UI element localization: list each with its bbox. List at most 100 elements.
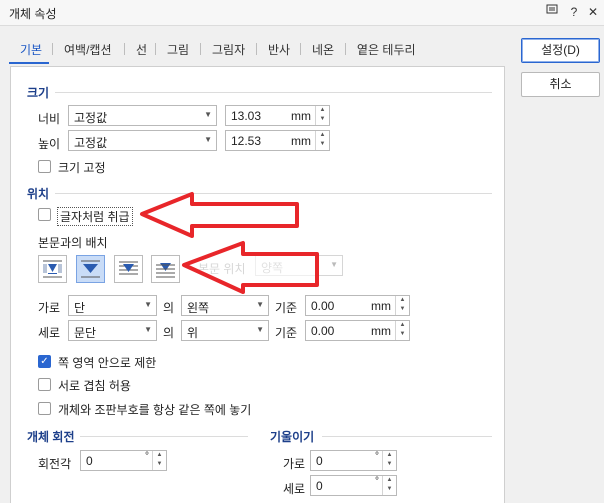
spin-up-icon[interactable]: ▲ (316, 106, 329, 115)
vertical-align-select[interactable]: 위 ▼ (181, 320, 269, 341)
horizontal-label: 가로 (38, 301, 61, 315)
vertical-align-value: 위 (187, 326, 199, 340)
comment-icon[interactable] (543, 3, 561, 21)
chevron-down-icon: ▼ (144, 300, 152, 309)
spin-up-icon[interactable]: ▲ (396, 296, 409, 305)
width-mode-select[interactable]: 고정값 ▼ (68, 105, 217, 126)
skew-vertical-spinner[interactable]: 0 ° ▲ ▼ (310, 475, 397, 496)
tab-soft-edge[interactable]: 옅은 테두리 (357, 41, 416, 58)
tab-divider (256, 43, 257, 55)
chevron-down-icon: ▼ (330, 260, 338, 269)
tab-reflection[interactable]: 반사 (268, 41, 290, 58)
spin-down-icon[interactable]: ▼ (383, 485, 396, 494)
spin-buttons[interactable]: ▲ ▼ (382, 476, 396, 495)
spin-down-icon[interactable]: ▼ (396, 330, 409, 339)
height-mode-value: 고정값 (74, 136, 108, 150)
spin-down-icon[interactable]: ▼ (396, 305, 409, 314)
spin-up-icon[interactable]: ▲ (153, 451, 166, 460)
section-divider (55, 92, 492, 93)
spin-buttons[interactable]: ▲ ▼ (315, 131, 329, 150)
vertical-label: 세로 (38, 326, 61, 340)
cancel-button[interactable]: 취소 (521, 72, 600, 97)
skew-section-title: 기울이기 (270, 430, 315, 444)
ok-button[interactable]: 설정(D) (521, 38, 600, 63)
section-divider (55, 193, 492, 194)
spin-down-icon[interactable]: ▼ (316, 115, 329, 124)
tab-divider (300, 43, 301, 55)
spin-down-icon[interactable]: ▼ (316, 140, 329, 149)
tab-picture[interactable]: 그림 (167, 41, 189, 58)
object-properties-dialog: 개체 속성 ? ✕ 기본 여백/캡션 선 그림 그림자 반사 네온 옅은 테두리… (0, 0, 604, 503)
skew-horizontal-unit: ° (375, 451, 379, 462)
width-value: 13.03 (231, 109, 262, 123)
horizontal-align-select[interactable]: 왼쪽 ▼ (181, 295, 269, 316)
spin-buttons[interactable]: ▲ ▼ (395, 296, 409, 315)
spin-buttons[interactable]: ▲ ▼ (315, 106, 329, 125)
section-divider (80, 436, 248, 437)
spin-up-icon[interactable]: ▲ (396, 321, 409, 330)
vertical-base-label: 기준 (275, 326, 298, 340)
same-page-checkbox[interactable] (38, 402, 51, 415)
horizontal-ref-value: 단 (74, 301, 86, 315)
tab-divider (200, 43, 201, 55)
vertical-offset-value: 0.00 (311, 324, 335, 338)
spin-buttons[interactable]: ▲ ▼ (382, 451, 396, 470)
height-label: 높이 (38, 137, 61, 151)
vertical-offset-unit: mm (371, 324, 391, 338)
spin-down-icon[interactable]: ▼ (383, 460, 396, 469)
horizontal-offset-spinner[interactable]: 0.00 mm ▲ ▼ (305, 295, 410, 316)
fix-size-checkbox[interactable] (38, 160, 51, 173)
vertical-offset-spinner[interactable]: 0.00 mm ▲ ▼ (305, 320, 410, 341)
rotation-section-title: 개체 회전 (27, 430, 75, 444)
tab-neon[interactable]: 네온 (312, 41, 334, 58)
tab-margin-caption[interactable]: 여백/캡션 (64, 41, 112, 58)
tab-basic[interactable]: 기본 (20, 41, 42, 58)
width-spinner[interactable]: 13.03 mm ▲ ▼ (225, 105, 330, 126)
same-page-label: 개체와 조판부호를 항상 같은 쪽에 놓기 (58, 403, 252, 417)
title-bar: 개체 속성 ? ✕ (0, 0, 604, 26)
horizontal-ref-select[interactable]: 단 ▼ (68, 295, 157, 316)
spin-up-icon[interactable]: ▲ (316, 131, 329, 140)
skew-horizontal-spinner[interactable]: 0 ° ▲ ▼ (310, 450, 397, 471)
text-position-select[interactable]: 양쪽 ▼ (255, 255, 343, 276)
skew-horizontal-value: 0 (316, 454, 323, 468)
close-icon[interactable]: ✕ (584, 3, 602, 21)
spin-up-icon[interactable]: ▲ (383, 451, 396, 460)
width-mode-value: 고정값 (74, 111, 108, 125)
vertical-ref-select[interactable]: 문단 ▼ (68, 320, 157, 341)
rotation-spinner[interactable]: 0 ° ▲ ▼ (80, 450, 167, 471)
vertical-ref-value: 문단 (74, 326, 97, 340)
dialog-title: 개체 속성 (9, 7, 57, 21)
allow-overlap-checkbox[interactable] (38, 378, 51, 391)
rotation-unit: ° (145, 451, 149, 462)
skew-vertical-value: 0 (316, 479, 323, 493)
treat-as-char-label: 글자처럼 취급 (57, 207, 133, 226)
horizontal-of-label: 의 (163, 301, 175, 315)
height-spinner[interactable]: 12.53 mm ▲ ▼ (225, 130, 330, 151)
size-section-title: 크기 (27, 86, 50, 100)
help-icon[interactable]: ? (565, 3, 583, 21)
tab-shadow[interactable]: 그림자 (212, 41, 245, 58)
chevron-down-icon: ▼ (204, 135, 212, 144)
wrap-behind-text-button[interactable] (114, 255, 143, 283)
wrap-in-front-button[interactable] (151, 255, 180, 283)
height-unit: mm (291, 134, 311, 148)
fix-size-label: 크기 고정 (58, 161, 106, 175)
section-divider (322, 436, 492, 437)
horizontal-base-label: 기준 (275, 301, 298, 315)
spin-up-icon[interactable]: ▲ (383, 476, 396, 485)
limit-page-checkbox[interactable]: ✓ (38, 355, 51, 368)
spin-down-icon[interactable]: ▼ (153, 460, 166, 469)
wrap-square-button[interactable] (38, 255, 67, 283)
tab-divider (155, 43, 156, 55)
treat-as-char-checkbox[interactable] (38, 208, 51, 221)
tab-line[interactable]: 선 (136, 41, 147, 58)
skew-vertical-unit: ° (375, 476, 379, 487)
spin-buttons[interactable]: ▲ ▼ (152, 451, 166, 470)
height-mode-select[interactable]: 고정값 ▼ (68, 130, 217, 151)
vertical-of-label: 의 (163, 326, 175, 340)
spin-buttons[interactable]: ▲ ▼ (395, 321, 409, 340)
rotation-label: 회전각 (38, 457, 72, 471)
wrap-section-label: 본문과의 배치 (38, 236, 108, 250)
wrap-tight-button[interactable] (76, 255, 105, 283)
